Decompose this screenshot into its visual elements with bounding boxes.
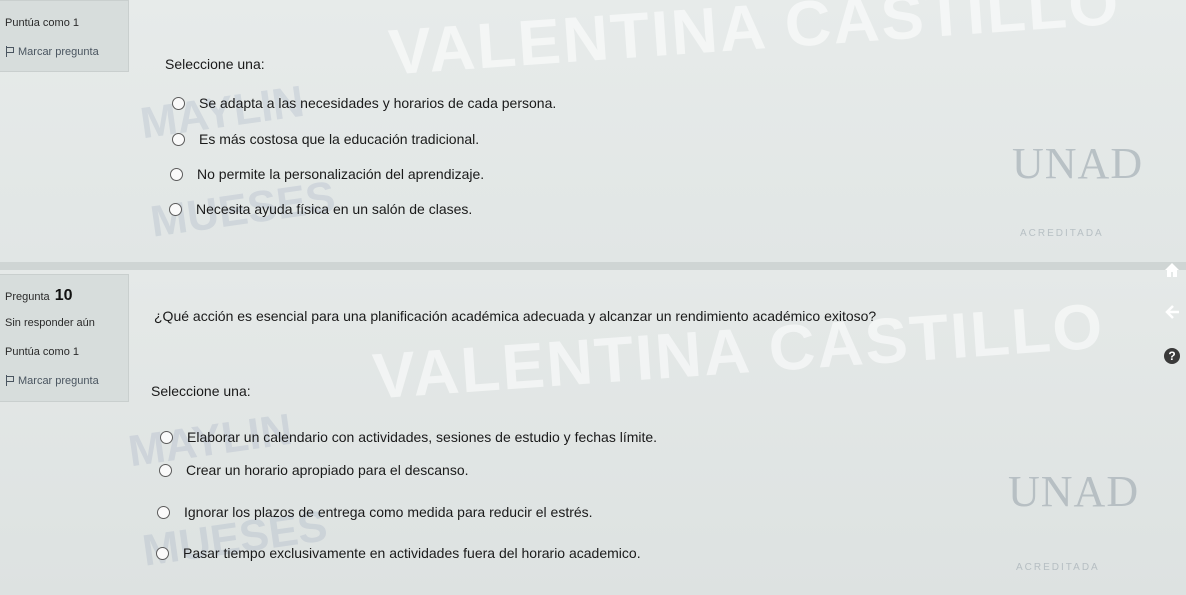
answer-option-label: Necesita ayuda física en un salón de cla…	[196, 201, 473, 217]
answer-option-label: Crear un horario apropiado para el desca…	[186, 462, 469, 478]
flag-icon	[6, 375, 14, 386]
watermark-name: VALENTINA CASTILLO	[386, 0, 1123, 89]
radio-button[interactable]	[169, 202, 182, 216]
answer-option[interactable]: Pasar tiempo exclusivamente en actividad…	[156, 545, 641, 561]
question-divider	[0, 262, 1186, 270]
radio-button[interactable]	[160, 430, 173, 444]
answer-option[interactable]: Es más costosa que la educación tradicio…	[172, 131, 479, 147]
back-arrow-icon[interactable]	[1161, 304, 1183, 326]
answer-option-label: No permite la personalización del aprend…	[197, 166, 485, 182]
radio-button[interactable]	[156, 546, 169, 560]
answer-option-label: Ignorar los plazos de entrega como medid…	[184, 504, 593, 520]
home-icon[interactable]	[1161, 262, 1183, 284]
answer-option[interactable]: Elaborar un calendario con actividades, …	[160, 429, 657, 445]
flag-icon	[6, 46, 14, 57]
flag-question-button[interactable]: Marcar pregunta	[6, 46, 99, 58]
unad-logo: UNAD ACREDITADA	[1012, 139, 1144, 239]
answer-option-label: Pasar tiempo exclusivamente en actividad…	[183, 545, 641, 561]
select-one-prompt: Seleccione una:	[151, 383, 251, 399]
answer-option[interactable]: Se adapta a las necesidades y horarios d…	[172, 95, 556, 111]
question-info: Puntúa como 1 Marcar pregunta	[0, 0, 129, 72]
question-info: Pregunta 10 Sin responder aún Puntúa com…	[0, 274, 129, 402]
answer-option[interactable]: Necesita ayuda física en un salón de cla…	[169, 201, 472, 217]
answer-option[interactable]: Ignorar los plazos de entrega como medid…	[157, 504, 593, 520]
answer-option[interactable]: Crear un horario apropiado para el desca…	[159, 462, 469, 478]
question-label: Pregunta	[5, 291, 50, 303]
answer-option-label: Se adapta a las necesidades y horarios d…	[199, 95, 557, 111]
help-icon[interactable]: ?	[1164, 348, 1180, 364]
radio-button[interactable]	[172, 96, 185, 110]
question-number-value: 10	[54, 287, 73, 304]
flag-question-button[interactable]: Marcar pregunta	[6, 375, 99, 387]
question-10: Pregunta 10 Sin responder aún Puntúa com…	[0, 270, 1186, 595]
question-9: Puntúa como 1 Marcar pregunta VALENTINA …	[0, 0, 1186, 262]
unad-logo: UNAD ACREDITADA	[1008, 467, 1140, 573]
flag-question-label: Marcar pregunta	[18, 46, 99, 58]
answer-option-label: Elaborar un calendario con actividades, …	[187, 429, 658, 445]
radio-button[interactable]	[157, 505, 170, 519]
radio-button[interactable]	[159, 463, 172, 477]
flag-question-label: Marcar pregunta	[18, 375, 99, 387]
question-points: Puntúa como 1	[5, 17, 79, 29]
question-status: Sin responder aún	[5, 317, 95, 329]
radio-button[interactable]	[172, 132, 185, 146]
question-points: Puntúa como 1	[5, 346, 79, 358]
answer-option[interactable]: No permite la personalización del aprend…	[170, 166, 484, 182]
radio-button[interactable]	[170, 167, 183, 181]
select-one-prompt: Seleccione una:	[165, 56, 265, 72]
answer-option-label: Es más costosa que la educación tradicio…	[199, 131, 480, 147]
question-number: Pregunta 10	[5, 287, 73, 305]
question-text: ¿Qué acción es esencial para una planifi…	[154, 308, 877, 324]
